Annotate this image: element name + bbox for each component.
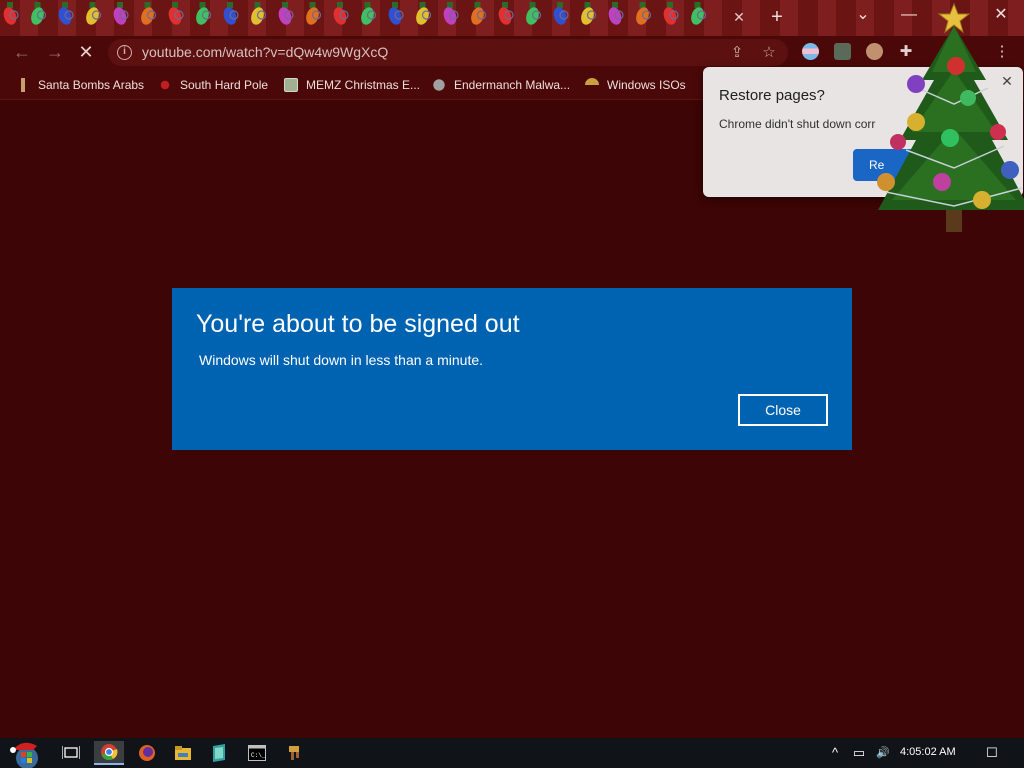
terminal-icon: C:\_: [248, 745, 266, 761]
light-bulb-icon: [86, 2, 102, 25]
light-bulb-icon: [608, 2, 624, 25]
bookmark-label: Santa Bombs Arabs: [38, 78, 145, 92]
light-bulb-icon: [553, 2, 569, 25]
light-bulb-icon: [306, 2, 322, 25]
svg-text:C:\_: C:\_: [251, 752, 266, 759]
forward-button[interactable]: →: [43, 40, 67, 64]
bookmark-label: South Hard Pole: [180, 78, 269, 92]
taskbar-app[interactable]: [280, 741, 310, 765]
bookmark-label: MEMZ Christmas E...: [306, 78, 421, 92]
light-bulb-icon: [581, 2, 597, 25]
light-bulb-icon: [691, 2, 707, 25]
tray-chevron-icon[interactable]: ^: [826, 744, 844, 762]
notifications-icon[interactable]: ☐: [983, 744, 1001, 762]
bookmark-label: Windows ISOs: [607, 78, 686, 92]
signout-dialog: You're about to be signed out Windows wi…: [172, 288, 852, 450]
bookmark-item[interactable]: MEMZ Christmas E...: [284, 76, 420, 94]
bookmark-item[interactable]: Windows ISOs: [585, 76, 686, 94]
stop-loading-button[interactable]: ✕: [74, 40, 98, 64]
candle-icon: [16, 78, 30, 92]
app-icon: [289, 746, 299, 760]
taskbar-cmd[interactable]: C:\_: [242, 741, 272, 765]
bookmark-label: Endermanch Malwa...: [454, 78, 571, 92]
light-bulb-icon: [636, 2, 652, 25]
light-bulb-icon: [58, 2, 74, 25]
title-bar: ✕ + ⌄ — ✕: [0, 0, 1024, 36]
notepad-icon: [213, 744, 225, 762]
task-view-button[interactable]: [56, 741, 86, 765]
back-button[interactable]: ←: [10, 40, 34, 64]
address-bar[interactable]: i youtube.com/watch?v=dQw4w9WgXcQ ⇪ ☆: [108, 39, 788, 66]
light-bulb-icon: [251, 2, 267, 25]
taskbar-firefox[interactable]: [132, 741, 162, 765]
bookmark-item[interactable]: Endermanch Malwa...: [432, 76, 570, 94]
light-bulb-icon: [141, 2, 157, 25]
light-bulb-icon: [113, 2, 129, 25]
popup-title: Restore pages?: [719, 87, 825, 104]
network-icon[interactable]: ▭: [850, 744, 868, 762]
taskbar-notepad[interactable]: [204, 741, 234, 765]
task-view-icon: [62, 746, 80, 759]
light-bulb-icon: [333, 2, 349, 25]
chrome-icon: [101, 744, 118, 761]
light-bulb-icon: [663, 2, 679, 25]
taskbar-clock[interactable]: 4:05:02 AM: [900, 746, 956, 758]
light-bulb-icon: [471, 2, 487, 25]
popup-message: Chrome didn't shut down corr: [719, 117, 876, 131]
browser-toolbar: ← → ✕ i youtube.com/watch?v=dQw4w9WgXcQ …: [0, 36, 1024, 68]
taskbar: C:\_ ^ ▭ 🔊 4:05:02 AM ☐: [0, 738, 1024, 768]
light-bulb-icon: [388, 2, 404, 25]
lamp-icon: [585, 78, 599, 92]
light-bulb-icon: [223, 2, 239, 25]
light-bulb-icon: [526, 2, 542, 25]
new-tab-button[interactable]: +: [766, 6, 788, 28]
share-icon[interactable]: ⇪: [728, 44, 746, 62]
dialog-message: Windows will shut down in less than a mi…: [199, 352, 484, 368]
light-bulb-icon: [443, 2, 459, 25]
folder-icon: [175, 746, 191, 760]
virus-icon: [158, 78, 172, 92]
light-bulb-icon: [416, 2, 432, 25]
image-icon: [284, 78, 298, 92]
start-button[interactable]: [6, 738, 46, 768]
site-info-icon[interactable]: i: [117, 45, 132, 60]
firefox-icon: [139, 745, 155, 761]
light-bulb-icon: [498, 2, 514, 25]
light-bulb-icon: [31, 2, 47, 25]
light-bulb-icon: [3, 2, 19, 25]
light-bulb-icon: [278, 2, 294, 25]
santa-start-icon: [10, 742, 38, 768]
volume-icon[interactable]: 🔊: [874, 744, 892, 762]
extension-flag-icon[interactable]: [802, 43, 819, 60]
christmas-tree-overlay: [877, 2, 1024, 232]
taskbar-chrome[interactable]: [94, 741, 124, 765]
taskbar-file-explorer[interactable]: [168, 741, 198, 765]
raccoon-icon: [432, 78, 446, 92]
bookmark-star-icon[interactable]: ☆: [760, 44, 778, 62]
dialog-title: You're about to be signed out: [196, 310, 520, 338]
tab-close-button[interactable]: ✕: [730, 8, 748, 26]
christmas-lights-decoration: [3, 2, 707, 25]
bookmark-item[interactable]: South Hard Pole: [158, 76, 268, 94]
extension-s-icon[interactable]: [834, 43, 851, 60]
light-bulb-icon: [196, 2, 212, 25]
url-text[interactable]: youtube.com/watch?v=dQw4w9WgXcQ: [142, 44, 388, 60]
dialog-close-button[interactable]: Close: [738, 394, 828, 426]
light-bulb-icon: [361, 2, 377, 25]
light-bulb-icon: [168, 2, 184, 25]
bookmark-item[interactable]: Santa Bombs Arabs: [16, 76, 144, 94]
